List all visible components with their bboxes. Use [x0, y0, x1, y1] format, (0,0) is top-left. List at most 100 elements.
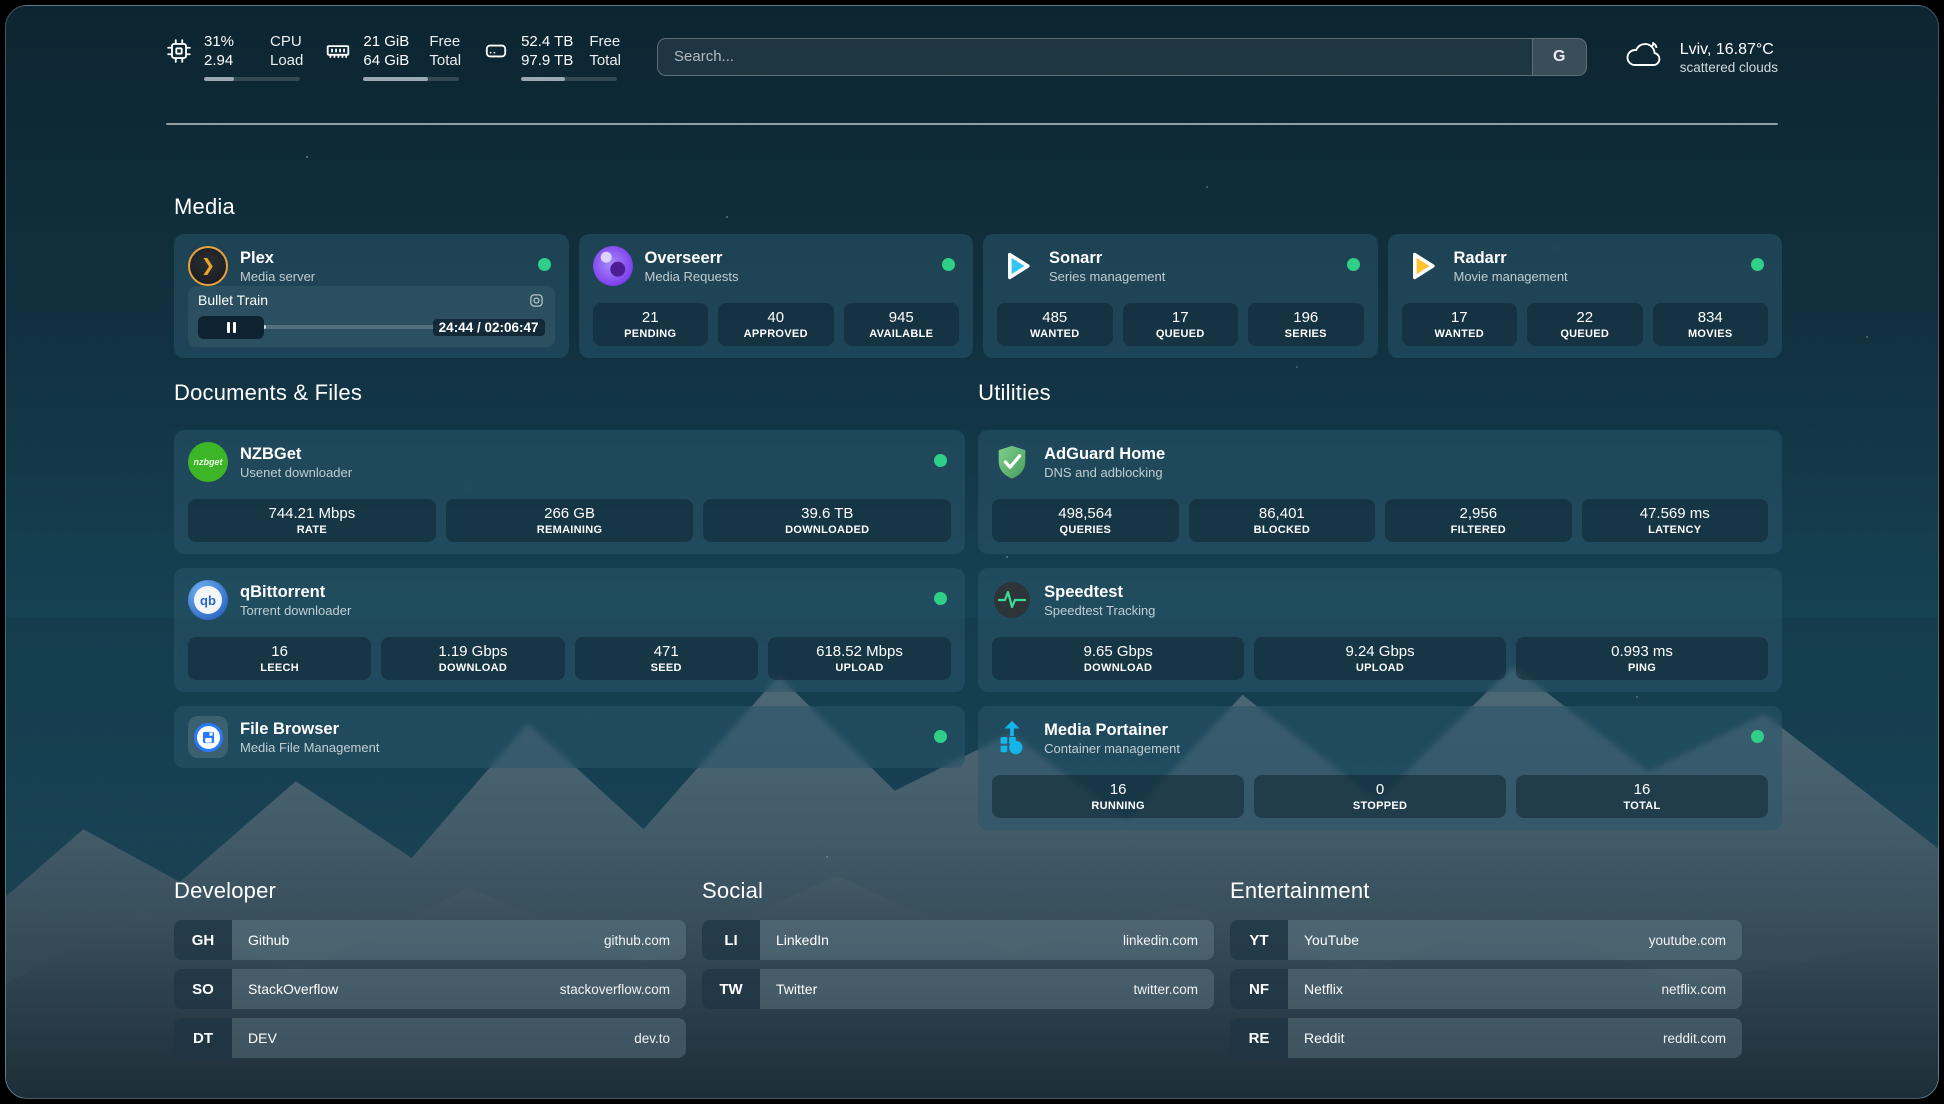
stat-queries: 498,564QUERIES: [992, 499, 1178, 542]
search-engine-button[interactable]: G: [1532, 39, 1586, 75]
linkedin-url: linkedin.com: [1123, 920, 1214, 960]
plex-icon: ❯: [188, 246, 228, 286]
sonarr-title: Sonarr: [1049, 248, 1165, 269]
qbittorrent-title: qBittorrent: [240, 582, 351, 603]
link-stackoverflow[interactable]: SO StackOverflow stackoverflow.com: [174, 969, 686, 1009]
plex-playback-time: 24:44 / 02:06:47: [433, 319, 545, 336]
radarr-title: Radarr: [1454, 248, 1568, 269]
memory-stat: 21 GiB 64 GiB Free Total: [325, 32, 461, 81]
link-github[interactable]: GH Github github.com: [174, 920, 686, 960]
speedtest-title: Speedtest: [1044, 582, 1155, 603]
stat-leech: 16LEECH: [188, 637, 371, 680]
stat-downloaded: 39.6 TBDOWNLOADED: [703, 499, 951, 542]
adguard-title: AdGuard Home: [1044, 444, 1165, 465]
stat-stopped: 0STOPPED: [1254, 775, 1506, 818]
plex-subtitle: Media server: [240, 269, 315, 284]
search-bar: G: [657, 38, 1587, 76]
stat-total: 16TOTAL: [1516, 775, 1768, 818]
portainer-title: Media Portainer: [1044, 720, 1180, 741]
top-bar: 31% 2.94 CPU Load: [166, 32, 1778, 81]
link-youtube[interactable]: YT YouTube youtube.com: [1230, 920, 1742, 960]
linkedin-abbr: LI: [702, 920, 760, 960]
stat-wanted: 485WANTED: [997, 303, 1113, 346]
media-section-title: Media: [174, 194, 1782, 220]
qbittorrent-subtitle: Torrent downloader: [240, 603, 351, 618]
system-stats: 31% 2.94 CPU Load: [166, 32, 621, 81]
radarr-status-dot: [1751, 258, 1764, 271]
speedtest-card[interactable]: Speedtest Speedtest Tracking 9.65 GbpsDO…: [978, 568, 1782, 692]
disk-free: 52.4 TB: [521, 32, 573, 51]
link-linkedin[interactable]: LI LinkedIn linkedin.com: [702, 920, 1214, 960]
stat-series: 196SERIES: [1248, 303, 1364, 346]
cpu-label: CPU: [270, 32, 303, 51]
disk-icon: [483, 38, 509, 64]
adguard-subtitle: DNS and adblocking: [1044, 465, 1165, 480]
netflix-url: netflix.com: [1661, 969, 1742, 1009]
memory-total-label: Total: [429, 51, 461, 70]
utilities-section-title: Utilities: [978, 380, 1782, 406]
stat-filtered: 2,956FILTERED: [1385, 499, 1571, 542]
plex-card[interactable]: ❯ Plex Media server Bullet Train: [174, 234, 569, 358]
entertainment-section-title: Entertainment: [1230, 878, 1742, 904]
link-twitter[interactable]: TW Twitter twitter.com: [702, 969, 1214, 1009]
overseerr-title: Overseerr: [645, 248, 739, 269]
sonarr-icon: [997, 246, 1037, 286]
link-dev[interactable]: DT DEV dev.to: [174, 1018, 686, 1058]
qbittorrent-card[interactable]: qb qBittorrent Torrent downloader 16LEEC…: [174, 568, 965, 692]
disk-total: 97.9 TB: [521, 51, 573, 70]
reddit-abbr: RE: [1230, 1018, 1288, 1058]
dev-name: DEV: [232, 1018, 277, 1058]
youtube-url: youtube.com: [1649, 920, 1742, 960]
developer-section-title: Developer: [174, 878, 686, 904]
stat-pending: 21PENDING: [593, 303, 709, 346]
disk-stat: 52.4 TB 97.9 TB Free Total: [483, 32, 621, 81]
weather-condition: scattered clouds: [1680, 60, 1778, 75]
stackoverflow-abbr: SO: [174, 969, 232, 1009]
link-netflix[interactable]: NF Netflix netflix.com: [1230, 969, 1742, 1009]
stat-blocked: 86,401BLOCKED: [1189, 499, 1375, 542]
stat-upload: 9.24 GbpsUPLOAD: [1254, 637, 1506, 680]
netflix-abbr: NF: [1230, 969, 1288, 1009]
stat-rate: 744.21 MbpsRATE: [188, 499, 436, 542]
dev-url: dev.to: [634, 1018, 686, 1058]
cloud-icon: [1623, 37, 1667, 76]
plex-title: Plex: [240, 248, 315, 269]
stat-wanted: 17WANTED: [1402, 303, 1518, 346]
adguard-icon: [992, 442, 1032, 482]
overseerr-card[interactable]: Overseerr Media Requests 21PENDING 40APP…: [579, 234, 974, 358]
documents-section-title: Documents & Files: [174, 380, 965, 406]
pause-button[interactable]: [198, 316, 264, 339]
radarr-card[interactable]: Radarr Movie management 17WANTED 22QUEUE…: [1388, 234, 1783, 358]
cpu-percent: 31%: [204, 32, 254, 51]
plex-player: 24:44 / 02:06:47: [198, 315, 545, 339]
search-input[interactable]: [658, 39, 1532, 75]
memory-free: 21 GiB: [363, 32, 413, 51]
stat-movies: 834MOVIES: [1653, 303, 1769, 346]
stat-seed: 471SEED: [575, 637, 758, 680]
disk-total-label: Total: [589, 51, 621, 70]
entertainment-section: Entertainment YT YouTube youtube.com NF …: [1230, 878, 1742, 1067]
nzbget-card[interactable]: nzbget NZBGet Usenet downloader 744.21 M…: [174, 430, 965, 554]
youtube-abbr: YT: [1230, 920, 1288, 960]
filebrowser-card[interactable]: File Browser Media File Management: [174, 706, 965, 768]
sonarr-card[interactable]: Sonarr Series management 485WANTED 17QUE…: [983, 234, 1378, 358]
utilities-section: Utilities AdGuard Home DNS and adblockin…: [978, 380, 1782, 844]
nzbget-title: NZBGet: [240, 444, 352, 465]
link-reddit[interactable]: RE Reddit reddit.com: [1230, 1018, 1742, 1058]
header-divider: [166, 123, 1778, 125]
speedtest-subtitle: Speedtest Tracking: [1044, 603, 1155, 618]
disk-free-label: Free: [589, 32, 621, 51]
adguard-card[interactable]: AdGuard Home DNS and adblocking 498,564Q…: [978, 430, 1782, 554]
stackoverflow-url: stackoverflow.com: [560, 969, 686, 1009]
cpu-stat: 31% 2.94 CPU Load: [166, 32, 303, 81]
stat-queued: 22QUEUED: [1527, 303, 1643, 346]
settings-icon[interactable]: [528, 292, 545, 309]
github-url: github.com: [604, 920, 686, 960]
weather-widget[interactable]: Lviv, 16.87°C scattered clouds: [1623, 37, 1778, 76]
stat-latency: 47.569 msLATENCY: [1582, 499, 1768, 542]
speedtest-icon: [992, 580, 1032, 620]
social-section-title: Social: [702, 878, 1214, 904]
dashboard-window: 31% 2.94 CPU Load: [5, 5, 1939, 1099]
portainer-card[interactable]: Media Portainer Container management 16R…: [978, 706, 1782, 830]
memory-progress-bar: [363, 77, 459, 81]
